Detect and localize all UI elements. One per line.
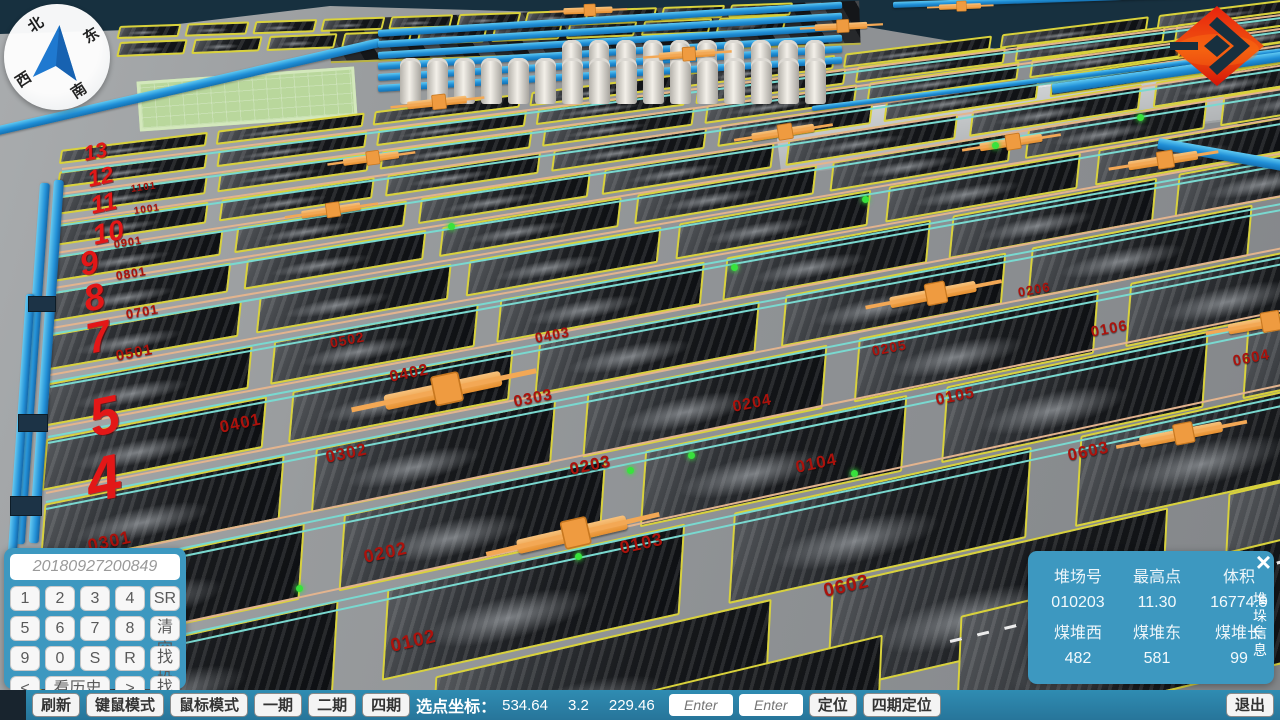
- keypad-button-R[interactable]: R: [115, 646, 145, 671]
- phase4-locate-button[interactable]: 四期定位: [863, 693, 941, 717]
- keymouse-mode-button[interactable]: 键鼠模式: [86, 693, 164, 717]
- pile-east-header: 煤堆东: [1116, 619, 1198, 643]
- row-number: 10: [90, 216, 126, 250]
- keypad-button-0[interactable]: 0: [45, 646, 75, 671]
- keypad-button-4[interactable]: 4: [115, 586, 145, 611]
- silo: [778, 58, 799, 104]
- pile-west-value: 482: [1040, 650, 1116, 668]
- yard-no-value: 010203: [1040, 594, 1116, 612]
- exit-button[interactable]: 退出: [1226, 693, 1274, 717]
- keypad-button-5[interactable]: 5: [10, 616, 40, 641]
- indicator-dot: [862, 196, 869, 203]
- compass[interactable]: 北 东 西 南: [4, 4, 110, 110]
- refresh-button[interactable]: 刷新: [32, 693, 80, 717]
- silo: [616, 58, 637, 104]
- indicator-dot: [575, 553, 582, 560]
- highest-point-value: 11.30: [1116, 594, 1198, 612]
- compass-arrow-icon: [22, 18, 91, 87]
- coord-enter-input-1[interactable]: [669, 694, 733, 716]
- point-coords-values: 534.64 3.2 229.46: [502, 697, 655, 714]
- indicator-dot: [1137, 114, 1144, 121]
- silo: [589, 58, 610, 104]
- coal-pile[interactable]: [116, 24, 181, 39]
- silo: [670, 58, 691, 104]
- silo: [805, 58, 826, 104]
- indicator-dot: [627, 467, 634, 474]
- stockpile-info-panel: × 堆垛信息 堆场号 最高点 体积 010203 11.30 16774.9 煤…: [1028, 551, 1274, 684]
- coal-yard-monitoring-app: 0501050204020403040103020303020302040205…: [0, 0, 1280, 720]
- silo: [751, 58, 772, 104]
- keypad-button-S[interactable]: S: [80, 646, 110, 671]
- coal-pile[interactable]: [116, 39, 188, 57]
- company-logo-icon: [1168, 4, 1268, 90]
- silo: [400, 58, 421, 104]
- keypad-button-SR[interactable]: SR: [150, 586, 180, 611]
- phase4-button[interactable]: 四期: [362, 693, 410, 717]
- keypad: 1234SR5678清空90SR找垛<看历史>找设备: [10, 586, 180, 701]
- indicator-dot: [851, 470, 858, 477]
- pile-east-value: 581: [1116, 650, 1198, 668]
- phase1-button[interactable]: 一期: [254, 693, 302, 717]
- keypad-button-2[interactable]: 2: [45, 586, 75, 611]
- keypad-button-8[interactable]: 8: [115, 616, 145, 641]
- pile-code-input[interactable]: [10, 554, 180, 580]
- indicator-dot: [296, 585, 303, 592]
- yard-no-header: 堆场号: [1040, 563, 1116, 587]
- keypad-button-3[interactable]: 3: [80, 586, 110, 611]
- coal-pile[interactable]: [191, 36, 263, 54]
- bottom-toolbar: 刷新 键鼠模式 鼠标模式 一期 二期 四期 选点坐标： 534.64 3.2 2…: [0, 690, 1280, 720]
- silo: [697, 58, 718, 104]
- keypad-button-7[interactable]: 7: [80, 616, 110, 641]
- stockpile-info-tab: 堆垛信息: [1250, 591, 1270, 659]
- keypad-button-找垛[interactable]: 找垛: [150, 646, 180, 671]
- close-icon[interactable]: ×: [1256, 549, 1271, 575]
- indicator-dot: [992, 142, 999, 149]
- mouse-mode-button[interactable]: 鼠标模式: [170, 693, 248, 717]
- junction-box: [28, 296, 56, 312]
- search-keypad-panel: 1234SR5678清空90SR找垛<看历史>找设备: [4, 548, 186, 689]
- junction-box: [10, 496, 42, 516]
- coal-pile[interactable]: [320, 17, 385, 32]
- coal-pile[interactable]: [252, 19, 317, 34]
- keypad-button-6[interactable]: 6: [45, 616, 75, 641]
- junction-box: [18, 414, 48, 432]
- silo: [562, 58, 583, 104]
- coord-x: 534.64: [502, 697, 548, 714]
- highest-point-header: 最高点: [1116, 563, 1198, 587]
- phase2-button[interactable]: 二期: [308, 693, 356, 717]
- keypad-button-清空[interactable]: 清空: [150, 616, 180, 641]
- locate-button[interactable]: 定位: [809, 693, 857, 717]
- coal-pile[interactable]: [266, 33, 338, 51]
- coal-pile[interactable]: [184, 21, 249, 36]
- coord-z: 229.46: [609, 697, 655, 714]
- indicator-dot: [448, 223, 455, 230]
- silo: [535, 58, 556, 104]
- indicator-dot: [688, 452, 695, 459]
- silo: [508, 58, 529, 104]
- indicator-dot: [731, 264, 738, 271]
- pile-west-header: 煤堆西: [1040, 619, 1116, 643]
- keypad-button-1[interactable]: 1: [10, 586, 40, 611]
- stockpile-info-grid: 堆场号 最高点 体积 010203 11.30 16774.9 煤堆西 煤堆东 …: [1040, 563, 1244, 668]
- silo: [643, 58, 664, 104]
- keypad-button-9[interactable]: 9: [10, 646, 40, 671]
- coord-enter-input-2[interactable]: [739, 694, 803, 716]
- point-coords-label: 选点坐标：: [416, 693, 496, 717]
- toolbar-left-cap: [0, 690, 26, 720]
- silo: [724, 58, 745, 104]
- coord-y: 3.2: [568, 697, 589, 714]
